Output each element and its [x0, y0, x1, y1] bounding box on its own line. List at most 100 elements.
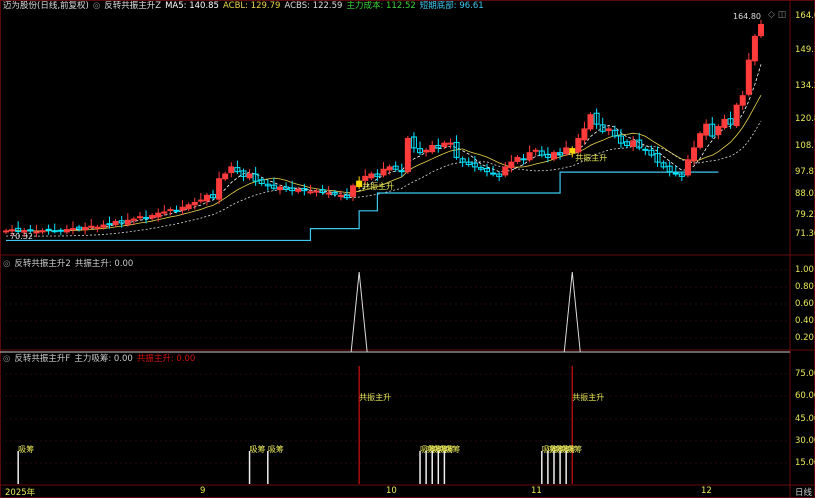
candle	[691, 147, 698, 161]
y-tick: 0.60	[795, 299, 814, 309]
y-tick: 15.00	[795, 458, 815, 468]
candle	[136, 216, 143, 219]
candle	[514, 156, 521, 162]
y-tick: 164.0	[795, 11, 815, 21]
y-tick: 134.2	[795, 81, 815, 91]
candle	[502, 166, 509, 176]
candle	[758, 23, 764, 37]
candle	[100, 224, 107, 228]
high-price-label: 164.80	[733, 12, 761, 21]
candle	[197, 199, 204, 202]
candle	[325, 192, 332, 195]
y-tick: 0.40	[795, 316, 814, 326]
candle	[350, 185, 357, 197]
y-tick: 60.00	[795, 391, 815, 401]
candle	[106, 223, 113, 226]
candle	[149, 215, 156, 219]
y-tick: 71.30	[795, 229, 815, 239]
candle	[441, 142, 448, 147]
y-tick: 30.00	[795, 436, 815, 446]
candle	[124, 219, 131, 225]
absorb-label: 吸筹	[444, 444, 460, 454]
x-label: 12	[701, 486, 712, 496]
y-tick: 75.00	[795, 369, 815, 379]
signal-label: 共振主升	[575, 153, 607, 163]
candle	[630, 140, 637, 147]
candle	[715, 126, 722, 136]
candle	[3, 230, 9, 233]
candle	[45, 228, 52, 231]
candle	[398, 170, 405, 173]
candle	[88, 225, 95, 228]
low-price-label: 70.32	[10, 232, 33, 241]
candle	[581, 128, 588, 141]
x-label: 10	[386, 486, 397, 496]
candle	[739, 95, 746, 106]
candle	[9, 229, 16, 232]
candle	[161, 211, 168, 214]
toggle-icon[interactable]: ◇ ◫	[768, 10, 786, 20]
candle	[173, 209, 180, 212]
y-tick: 97.81	[795, 167, 815, 177]
candle	[51, 230, 58, 233]
candle	[721, 118, 728, 128]
y-tick: 0.80	[795, 282, 814, 292]
candle	[569, 148, 576, 154]
absorb-label: 吸筹	[250, 444, 266, 454]
y-tick: 108.7	[795, 141, 815, 151]
candle	[526, 152, 533, 161]
candle	[276, 186, 283, 191]
frame	[0, 0, 815, 498]
candle	[39, 230, 46, 233]
y-tick: 120.8	[795, 114, 815, 124]
candle	[751, 35, 758, 62]
y-tick: 0.20	[795, 333, 814, 343]
signal-label: 共振主升	[362, 181, 394, 191]
candle	[185, 204, 192, 210]
absorb-label: 吸筹	[268, 444, 284, 454]
candle	[563, 147, 570, 155]
signal-label: 共振主升	[359, 392, 391, 402]
candle	[337, 194, 344, 197]
candle	[380, 168, 387, 176]
candle	[222, 173, 229, 180]
candle	[490, 172, 497, 175]
x-label: 11	[531, 486, 542, 496]
candle	[63, 229, 70, 233]
candle	[520, 158, 527, 161]
candle	[404, 137, 411, 173]
candle	[313, 190, 320, 193]
candle	[179, 206, 186, 211]
signal-peak	[350, 271, 368, 353]
candle	[33, 231, 40, 234]
period-selector[interactable]: 日线	[795, 486, 812, 498]
candle	[672, 172, 679, 175]
candle	[307, 191, 314, 194]
candle	[228, 166, 235, 174]
candle	[216, 178, 223, 200]
candle	[203, 194, 210, 202]
candle	[575, 137, 582, 153]
candle	[697, 133, 704, 148]
candle	[386, 166, 393, 171]
candle	[130, 218, 137, 221]
absorb-label: 吸筹	[566, 444, 582, 454]
candle	[112, 220, 119, 226]
candle	[423, 149, 430, 153]
candle	[605, 128, 612, 132]
kline-chart[interactable]: 共振主升共振主升共振主升共振主升吸筹 吸筹 吸筹 吸筹吸筹吸筹吸筹吸筹 吸筹吸筹吸筹吸筹…	[0, 0, 815, 498]
candle	[745, 59, 752, 95]
candle	[733, 104, 740, 127]
candle	[82, 226, 89, 231]
candle	[167, 209, 174, 212]
candle	[57, 229, 64, 232]
candle	[684, 159, 691, 176]
candle	[587, 114, 594, 130]
signal-label: 共振主升	[572, 392, 604, 402]
candle	[295, 188, 302, 192]
candle	[356, 180, 363, 188]
signal-peak	[563, 271, 581, 353]
candle	[642, 148, 649, 151]
candle	[362, 175, 369, 181]
candle	[155, 212, 162, 218]
